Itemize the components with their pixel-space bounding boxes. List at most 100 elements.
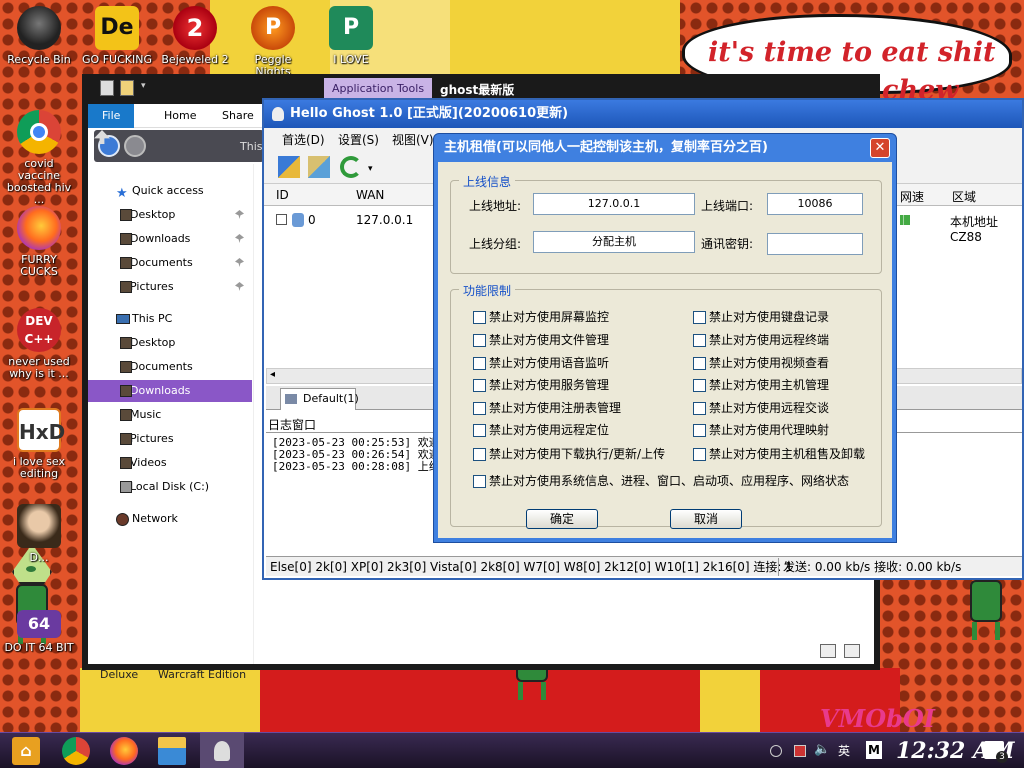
nav-item-desktop[interactable]: Desktop: [88, 204, 252, 226]
error-icon[interactable]: [794, 745, 806, 757]
refresh-icon[interactable]: [340, 156, 362, 178]
tab-file[interactable]: File: [88, 104, 135, 128]
checkbox-proxy-mapping[interactable]: 禁止对方使用代理映射: [693, 423, 829, 437]
desktop-folder-icon: [120, 209, 132, 221]
chrome-icon: [17, 110, 61, 154]
checkbox-remote-chat[interactable]: 禁止对方使用远程交谈: [693, 401, 829, 415]
properties-icon[interactable]: [100, 80, 114, 96]
tab-home[interactable]: Home: [150, 104, 210, 128]
nav-item-pc-pictures[interactable]: Pictures: [88, 428, 252, 450]
checkbox-screen-monitor[interactable]: 禁止对方使用屏幕监控: [473, 310, 609, 324]
addr-field[interactable]: 127.0.0.1: [533, 193, 695, 215]
new-folder-icon[interactable]: [120, 80, 134, 96]
chevron-down-icon[interactable]: ▾: [140, 80, 154, 96]
checkbox-host-lease-uninstall[interactable]: 禁止对方使用主机租售及卸载: [693, 447, 865, 461]
firefox-icon[interactable]: [110, 737, 138, 765]
portrait-icon: [17, 504, 61, 548]
connect-tool-icon[interactable]: [278, 156, 300, 178]
nav-item-pc-videos[interactable]: Videos: [88, 452, 252, 474]
col-id[interactable]: ID: [276, 188, 289, 202]
col-region[interactable]: 区域: [952, 188, 976, 205]
checkbox-registry-manager[interactable]: 禁止对方使用注册表管理: [473, 401, 621, 415]
chrome-icon[interactable]: [62, 737, 90, 765]
nav-this-pc[interactable]: This PC: [88, 308, 252, 330]
col-speed[interactable]: 网速: [900, 188, 924, 205]
desktop-icon-64bit[interactable]: 64 DO IT 64 BIT: [2, 610, 76, 654]
desktop-icon-hxd[interactable]: HxD i love sex editing: [2, 408, 76, 480]
nav-item-documents[interactable]: Documents: [88, 252, 252, 274]
ime-icon[interactable]: M: [866, 741, 882, 759]
details-view-icon[interactable]: [820, 644, 836, 658]
close-button[interactable]: ✕: [870, 138, 890, 158]
desktop-icon-bejeweled[interactable]: 2 Bejeweled 2: [158, 6, 232, 66]
checkbox-host-manager[interactable]: 禁止对方使用主机管理: [693, 378, 829, 392]
tab-default[interactable]: Default(1): [280, 388, 359, 410]
ok-button[interactable]: 确定: [526, 509, 598, 529]
checkbox-system-info[interactable]: 禁止对方使用系统信息、进程、窗口、启动项、应用程序、网络状态: [473, 474, 849, 488]
port-field[interactable]: 10086: [767, 193, 863, 215]
cancel-button[interactable]: 取消: [670, 509, 742, 529]
row-checkbox[interactable]: [276, 214, 287, 225]
pin-icon: [235, 210, 244, 219]
navigation-pane: ★ Quick access Desktop Downloads Document…: [88, 164, 254, 664]
log-title: 日志窗口: [268, 418, 317, 432]
menu-view[interactable]: 视图(V): [392, 131, 434, 148]
checkbox-video-view[interactable]: 禁止对方使用视频查看: [693, 356, 829, 370]
desktop-icon-go-fucking[interactable]: De GO FUCKING: [80, 6, 154, 66]
address-bar[interactable]: This: [240, 140, 262, 153]
function-limits-group: 功能限制 禁止对方使用屏幕监控 禁止对方使用文件管理 禁止对方使用语音监听 禁止…: [450, 282, 882, 527]
downloads-folder-icon: [120, 385, 132, 397]
file-explorer-icon[interactable]: [158, 737, 186, 765]
checkbox-remote-terminal[interactable]: 禁止对方使用远程终端: [693, 333, 829, 347]
desktop-icon-devcpp[interactable]: DEV C++ never used why is it ...: [2, 308, 76, 380]
ghost-titlebar[interactable]: Hello Ghost 1.0 [正式版](20200610更新): [264, 100, 1022, 128]
notifications-icon[interactable]: 3: [984, 741, 1008, 763]
volume-icon[interactable]: 🔈: [814, 742, 830, 757]
checkbox-file-manager[interactable]: 禁止对方使用文件管理: [473, 333, 609, 347]
key-tool-icon[interactable]: [308, 156, 330, 178]
desktop-icon-chrome[interactable]: covid vaccine boosted hiv ...: [2, 110, 76, 206]
nav-item-pc-music[interactable]: Music: [88, 404, 252, 426]
row-wan: 127.0.0.1: [356, 213, 414, 227]
nav-item-pc-downloads[interactable]: Downloads: [88, 380, 252, 402]
col-wan[interactable]: WAN: [356, 188, 384, 202]
forward-button[interactable]: [124, 135, 146, 157]
menu-first[interactable]: 首选(D): [282, 131, 325, 148]
taskbar-item-ghost[interactable]: [200, 733, 244, 768]
checkbox-voice-monitor[interactable]: 禁止对方使用语音监听: [473, 356, 609, 370]
desktop-icon-peggle[interactable]: P Peggle Nights: [236, 6, 310, 78]
tab-share[interactable]: Share: [208, 104, 268, 128]
desktop-icon-portrait[interactable]: D...: [2, 504, 76, 564]
desktop-icon-recycle-bin[interactable]: Recycle Bin: [2, 6, 76, 66]
nav-item-pc-desktop[interactable]: Desktop: [88, 332, 252, 354]
port-label: 上线端口:: [701, 199, 754, 213]
nav-item-pictures[interactable]: Pictures: [88, 276, 252, 298]
chevron-down-icon[interactable]: ▾: [368, 164, 373, 174]
nav-item-downloads[interactable]: Downloads: [88, 228, 252, 250]
wallpaper-bottom: [700, 668, 760, 732]
videos-folder-icon: [120, 457, 132, 469]
downloads-folder-icon: [120, 233, 132, 245]
nav-item-local-disk[interactable]: Local Disk (C:): [88, 476, 252, 498]
scroll-left-icon[interactable]: ◂: [270, 369, 275, 380]
large-icons-view-icon[interactable]: [844, 644, 860, 658]
checkbox-service-manager[interactable]: 禁止对方使用服务管理: [473, 378, 609, 392]
nav-network[interactable]: Network: [88, 508, 252, 530]
group-field[interactable]: 分配主机: [533, 231, 695, 253]
view-toggles: [820, 644, 860, 658]
checkbox-remote-location[interactable]: 禁止对方使用远程定位: [473, 423, 609, 437]
checkbox-download-exec[interactable]: 禁止对方使用下载执行/更新/上传: [473, 447, 665, 461]
taskbar: ⌂ 🔈 英 M 12:32 AM 3: [0, 732, 1024, 768]
checkbox-keylogger[interactable]: 禁止对方使用键盘记录: [693, 310, 829, 324]
language-indicator[interactable]: 英: [838, 742, 850, 759]
nav-item-pc-documents[interactable]: Documents: [88, 356, 252, 378]
key-field[interactable]: [767, 233, 863, 255]
start-button[interactable]: ⌂: [12, 737, 40, 765]
menu-settings[interactable]: 设置(S): [338, 131, 379, 148]
desktop-icon-i-love[interactable]: P I LOVE: [314, 6, 388, 66]
network-icon[interactable]: [770, 745, 782, 757]
desktop-icon-firefox[interactable]: FURRY CUCKS: [2, 206, 76, 278]
host-lease-dialog[interactable]: 主机租借(可以同他人一起控制该主机，复制率百分之百) ✕ 上线信息 上线地址: …: [433, 133, 897, 543]
nav-quick-access[interactable]: ★ Quick access: [88, 180, 252, 202]
group-icon: [285, 394, 297, 404]
